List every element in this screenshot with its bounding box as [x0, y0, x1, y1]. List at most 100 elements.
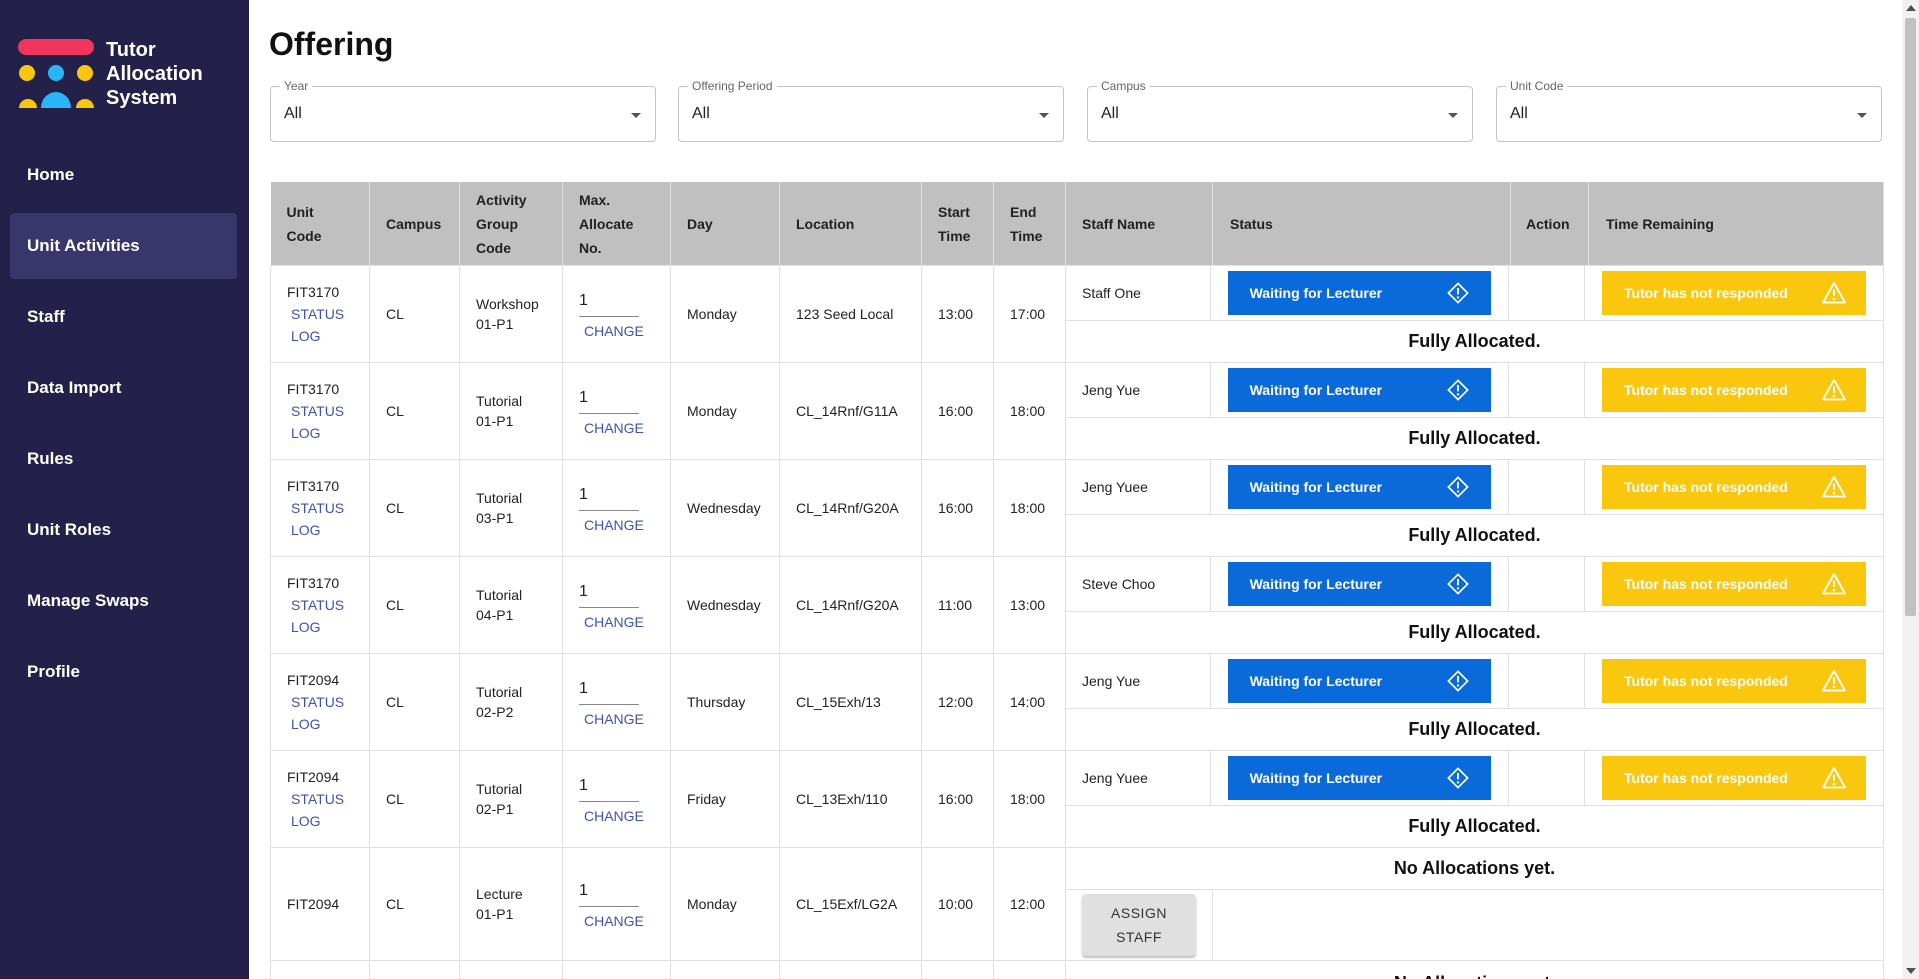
cell-day: Friday	[670, 750, 780, 848]
cell-allocation: No Allocations yet.	[1065, 960, 1884, 979]
time-remaining-text: Tutor has not responded	[1624, 673, 1788, 689]
allocation-message: Fully Allocated.	[1408, 331, 1541, 351]
log-link[interactable]: LOG	[287, 616, 353, 638]
max-allocate-input[interactable]: 1	[579, 880, 639, 907]
status-badge[interactable]: Waiting for Lecturer	[1227, 271, 1491, 315]
status-badge[interactable]: Waiting for Lecturer	[1227, 659, 1491, 703]
campus-select[interactable]: Campus All	[1087, 79, 1473, 142]
unit-code: FIT2094	[287, 769, 340, 785]
allocation-message: Fully Allocated.	[1408, 719, 1541, 739]
time-remaining-cell: Tutor has not responded	[1585, 654, 1883, 708]
cell-activity-group: Tutorial 04-P1	[459, 556, 563, 654]
assign-cell: ASSIGN STAFF	[1066, 889, 1213, 960]
cell-max-allocate: 1 CHANGE	[562, 362, 671, 460]
log-link[interactable]: LOG	[287, 519, 353, 541]
header-day: Day	[670, 182, 780, 266]
change-button[interactable]: CHANGE	[579, 913, 654, 929]
assign-row: ASSIGN STAFF	[1066, 889, 1883, 960]
scrollbar-thumb[interactable]	[1905, 18, 1916, 616]
sidebar-item-unit-roles[interactable]: Unit Roles	[10, 497, 237, 563]
change-button[interactable]: CHANGE	[579, 614, 654, 630]
vertical-scrollbar[interactable]	[1902, 0, 1919, 979]
log-link[interactable]: LOG	[287, 810, 353, 832]
time-remaining-cell: Tutor has not responded	[1585, 266, 1883, 320]
status-link[interactable]: STATUS	[287, 303, 353, 325]
sidebar-item-data-import[interactable]: Data Import	[10, 355, 237, 421]
assign-staff-button[interactable]: ASSIGN STAFF	[1082, 893, 1196, 956]
time-remaining-text: Tutor has not responded	[1624, 576, 1788, 592]
log-link[interactable]: LOG	[287, 325, 353, 347]
cell-end-time: 18:00	[993, 750, 1066, 848]
status-text: Waiting for Lecturer	[1249, 576, 1383, 592]
table-row: FIT2094 STATUS LOG CL Tutorial 02-P1 1 C…	[270, 750, 1884, 848]
header-staff-name: Staff Name	[1066, 182, 1213, 265]
year-select[interactable]: Year All	[270, 79, 656, 142]
allocation-row: Steve Choo Waiting for Lecturer Tutor ha…	[1066, 557, 1883, 612]
time-remaining-cell: Tutor has not responded	[1585, 557, 1883, 611]
activity-group-code: 01-P1	[476, 906, 514, 922]
status-cell: Waiting for Lecturer	[1211, 363, 1509, 417]
cell-location: CL_13Exh/110	[779, 750, 922, 848]
cell-campus: CL	[369, 847, 460, 961]
cell-end-time: 14:00	[993, 653, 1066, 751]
status-link[interactable]: STATUS	[287, 400, 353, 422]
change-button[interactable]: CHANGE	[579, 420, 654, 436]
status-badge[interactable]: Waiting for Lecturer	[1227, 465, 1491, 509]
table-row: FIT3170 STATUS LOG CL Workshop 01-P1 1 C…	[270, 265, 1884, 363]
max-allocate-input[interactable]: 1	[579, 581, 639, 608]
scroll-down-icon[interactable]	[1906, 968, 1916, 974]
sidebar-item-manage-swaps[interactable]: Manage Swaps	[10, 568, 237, 634]
log-link[interactable]: LOG	[287, 713, 353, 735]
log-link[interactable]: LOG	[287, 422, 353, 444]
page-title: Offering	[269, 26, 394, 62]
cell-unit-code: FIT3170 STATUS LOG	[270, 459, 370, 557]
status-badge[interactable]: Waiting for Lecturer	[1227, 756, 1491, 800]
warning-triangle-icon	[1822, 282, 1846, 304]
max-allocate-input[interactable]: 1	[579, 484, 639, 511]
time-remaining-badge: Tutor has not responded	[1602, 271, 1866, 315]
change-button[interactable]: CHANGE	[579, 808, 654, 824]
sidebar-item-staff[interactable]: Staff	[10, 284, 237, 350]
unit-code-select[interactable]: Unit Code All	[1496, 79, 1882, 142]
status-link[interactable]: STATUS	[287, 691, 353, 713]
year-value: All	[284, 105, 302, 122]
cell-max-allocate: 1 CHANGE	[562, 265, 671, 363]
status-badge[interactable]: Waiting for Lecturer	[1227, 368, 1491, 412]
table-header-row: Unit Code Campus Activity Group Code Max. Al…	[270, 182, 1884, 266]
change-button[interactable]: CHANGE	[579, 517, 654, 533]
status-link[interactable]: STATUS	[287, 594, 353, 616]
cell-max-allocate: 1 CHANGE	[562, 556, 671, 654]
header-time-remaining: Time Remaining	[1606, 215, 1714, 232]
offering-period-select[interactable]: Offering Period All	[678, 79, 1064, 142]
header-unit-code: Unit Code	[270, 182, 370, 266]
max-allocate-input[interactable]: 1	[579, 775, 639, 802]
change-button[interactable]: CHANGE	[579, 323, 654, 339]
app-name-line1: Tutor	[106, 39, 156, 61]
status-link[interactable]: STATUS	[287, 497, 353, 519]
max-allocate-input[interactable]: 1	[579, 290, 639, 317]
cell-campus: CL	[369, 750, 460, 848]
change-button[interactable]: CHANGE	[579, 711, 654, 727]
max-allocate-input[interactable]: 1	[579, 678, 639, 705]
status-link[interactable]: STATUS	[287, 788, 353, 810]
activity-type: Lecture	[476, 886, 523, 902]
cell-empty	[993, 960, 1066, 979]
sidebar-item-rules[interactable]: Rules	[10, 426, 237, 492]
cell-start-time: 10:00	[921, 847, 994, 961]
activity-type: Tutorial	[476, 781, 523, 797]
cell-campus: CL	[369, 556, 460, 654]
warning-triangle-icon	[1822, 379, 1846, 401]
cell-start-time: 16:00	[921, 459, 994, 557]
sidebar-item-unit-activities[interactable]: Unit Activities	[10, 213, 237, 279]
action-cell	[1509, 751, 1585, 805]
header-text: End	[1010, 203, 1037, 220]
sidebar-item-home[interactable]: Home	[10, 142, 237, 208]
status-badge[interactable]: Waiting for Lecturer	[1227, 562, 1491, 606]
allocation-message: Fully Allocated.	[1408, 816, 1541, 836]
sidebar-item-profile[interactable]: Profile	[10, 639, 237, 705]
status-cell: Waiting for Lecturer	[1211, 266, 1509, 320]
max-allocate-input[interactable]: 1	[579, 387, 639, 414]
action-cell	[1509, 557, 1585, 611]
scroll-up-icon[interactable]	[1906, 5, 1916, 11]
offering-table: Unit Code Campus Activity Group Code Max. Al…	[270, 182, 1884, 979]
